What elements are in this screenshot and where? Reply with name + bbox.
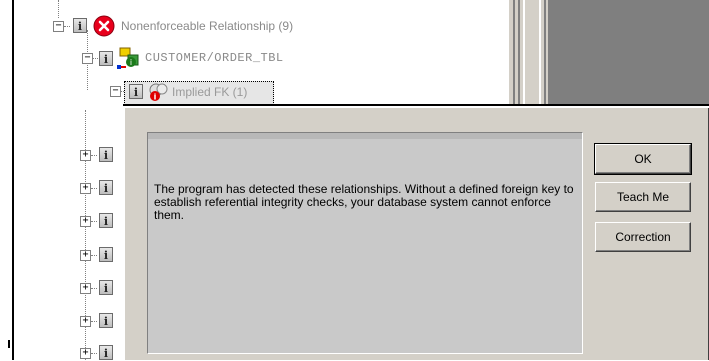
- message-panel: The program has detected these relations…: [147, 132, 583, 354]
- dialog-message: The program has detected these relations…: [154, 182, 574, 222]
- info-icon: i: [99, 147, 113, 162]
- tree-expand-toggle[interactable]: +: [80, 183, 91, 194]
- tree-line: [91, 155, 97, 156]
- tree-line: [91, 288, 97, 289]
- tree-collapse-toggle[interactable]: −: [53, 21, 64, 32]
- svg-text:i: i: [130, 58, 132, 67]
- error-icon: [93, 15, 115, 37]
- message-dialog: The program has detected these relations…: [123, 106, 709, 360]
- tree-node-label-relationship[interactable]: Nonenforceable Relationship (9): [121, 19, 293, 33]
- tree-line: [91, 353, 97, 354]
- tree-expand-toggle[interactable]: +: [80, 316, 91, 327]
- info-icon: i: [99, 280, 113, 295]
- info-icon: i: [99, 51, 113, 66]
- tree-expand-toggle[interactable]: +: [80, 216, 91, 227]
- correction-button[interactable]: Correction: [595, 222, 691, 252]
- message-panel-header: [148, 133, 582, 139]
- tree-line: [91, 221, 97, 222]
- tree-collapse-toggle[interactable]: −: [110, 86, 121, 97]
- tree-expand-toggle[interactable]: +: [80, 150, 91, 161]
- pane-splitter[interactable]: [509, 0, 548, 110]
- tree-expand-toggle[interactable]: +: [80, 283, 91, 294]
- teach-me-button[interactable]: Teach Me: [595, 182, 691, 212]
- info-icon: i: [99, 247, 113, 262]
- tree-pane-tick: [8, 340, 10, 348]
- tree-line: [91, 255, 97, 256]
- info-icon: i: [99, 213, 113, 228]
- info-icon: i: [99, 345, 113, 360]
- tree-line: [91, 188, 97, 189]
- tree-collapse-toggle[interactable]: −: [82, 53, 93, 64]
- tree-node-label-implied-fk[interactable]: Implied FK (1): [172, 85, 247, 99]
- info-icon: i: [99, 313, 113, 328]
- ok-button[interactable]: OK: [594, 143, 692, 175]
- tree-line: [64, 26, 70, 27]
- info-icon: i: [73, 18, 87, 33]
- tree-expand-toggle[interactable]: +: [80, 348, 91, 359]
- svg-text:i: i: [154, 93, 157, 102]
- tree-node-label-table[interactable]: CUSTOMER/ORDER_TBL: [145, 51, 284, 65]
- tree-line: [91, 321, 97, 322]
- info-icon: i: [129, 84, 143, 99]
- relationship-table-icon: i: [116, 47, 140, 71]
- tree-line: [58, 0, 59, 18]
- tree-expand-toggle[interactable]: +: [80, 250, 91, 261]
- implied-fk-icon: i: [147, 81, 169, 103]
- tree-pane-border: [12, 0, 14, 360]
- info-icon: i: [99, 180, 113, 195]
